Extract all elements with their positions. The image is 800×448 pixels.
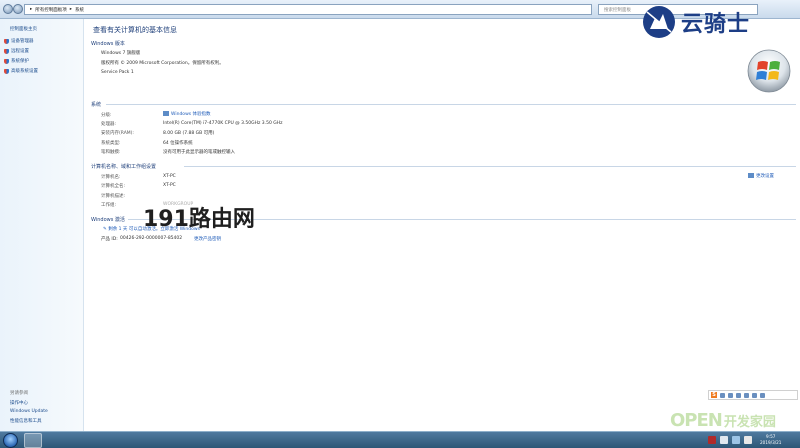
edition-heading: Windows 版本 [91, 41, 125, 47]
computer-name-label: 计算机名: [101, 175, 121, 180]
copyright-text: 版权所有 © 2009 Microsoft Corporation。保留所有权利… [101, 61, 224, 66]
sidebar-item-label: 系统保护 [11, 59, 29, 64]
punctuation-icon[interactable] [728, 392, 733, 398]
open-suffix: 开发家园 [723, 414, 776, 430]
sidebar-item-label: 远程设置 [11, 49, 29, 54]
computer-name-value: XT-PC [163, 174, 176, 179]
windows-edition: Windows 7 旗舰版 [101, 51, 141, 56]
taskbar-clock[interactable]: 9:57 2019/3/21 [760, 434, 781, 446]
shield-icon [4, 68, 9, 74]
taskbar: 9:57 2019/3/21 [0, 431, 800, 448]
open-text: OPEN [670, 409, 723, 431]
network-icon[interactable] [732, 436, 740, 444]
sidebar-item-device-manager[interactable]: 设备管理器 [4, 38, 34, 44]
experience-index-text: Windows 体验指数 [171, 112, 211, 117]
open-watermark: OPEN 开发家园 [670, 409, 798, 431]
section-divider [106, 104, 796, 105]
skin-icon[interactable] [752, 392, 757, 398]
ime-mode-icon[interactable] [720, 392, 725, 398]
forward-button[interactable] [13, 4, 23, 14]
experience-index-link[interactable]: Windows 体验指数 [163, 111, 211, 117]
brand-text: 云骑士 [681, 11, 751, 37]
performance-tools-link[interactable]: 性能信息和工具 [10, 418, 42, 424]
see-also-heading: 另请参阅 [10, 391, 28, 396]
description-label: 计算机描述: [101, 194, 126, 199]
shield-icon [4, 48, 9, 54]
workgroup-label: 工作组: [101, 203, 117, 208]
settings-icon[interactable] [760, 392, 765, 398]
computer-heading: 计算机名称、域和工作组设置 [91, 164, 157, 170]
address-bar[interactable]: ▸ 所有控制面板项 ▸ 系统 [24, 4, 592, 15]
product-id-value: 00426-292-0000007-85402 [120, 236, 183, 241]
sidebar: 控制面板主页 设备管理器 远程设置 系统保护 高级系统设置 另请参阅 操作中心 … [0, 19, 84, 431]
tray-app-icon[interactable] [708, 436, 716, 444]
section-divider [184, 166, 796, 167]
knight-logo-icon [643, 6, 675, 38]
microphone-icon[interactable] [736, 392, 741, 398]
action-center-link[interactable]: 操作中心 [10, 400, 28, 406]
sogou-ime-icon[interactable]: S [711, 392, 717, 398]
system-type-value: 64 位操作系统 [163, 141, 193, 146]
control-panel-home-link[interactable]: 控制面板主页 [10, 26, 37, 32]
processor-value: Intel(R) Core(TM) i7-4770K CPU @ 3.50GHz… [163, 121, 283, 126]
flag-icon[interactable] [720, 436, 728, 444]
ram-label: 安装内存(RAM): [101, 131, 134, 136]
ime-toolbar[interactable]: S [708, 390, 798, 400]
change-settings-link[interactable]: 更改设置 [748, 173, 774, 179]
shield-icon [4, 58, 9, 64]
windows-update-link[interactable]: Windows Update [10, 409, 48, 414]
system-heading: 系统 [91, 102, 102, 108]
pen-touch-value: 没有可用于此显示器的笔或触控输入 [163, 150, 235, 155]
change-settings-text: 更改设置 [756, 174, 774, 179]
windows-logo-icon [747, 49, 791, 93]
pen-touch-label: 笔和触摸: [101, 150, 121, 155]
back-button[interactable] [3, 4, 13, 14]
ram-value: 8.00 GB (7.88 GB 可用) [163, 131, 215, 136]
sidebar-item-label: 设备管理器 [11, 39, 34, 44]
control-panel-task-button[interactable] [24, 433, 42, 448]
keyboard-icon[interactable] [744, 392, 749, 398]
control-panel-icon: ▸ [30, 7, 33, 12]
full-name-label: 计算机全名: [101, 184, 126, 189]
shield-icon [748, 173, 754, 178]
start-button[interactable] [3, 433, 18, 448]
shield-icon [4, 38, 9, 44]
product-id-label: 产品 ID: [101, 237, 118, 242]
activation-heading: Windows 激活 [91, 217, 125, 223]
full-name-value: XT-PC [163, 183, 176, 188]
clock-date: 2019/3/21 [760, 440, 782, 445]
chevron-right-icon: ▸ [69, 7, 73, 12]
search-placeholder: 搜索控制面板 [604, 7, 631, 13]
change-product-key-link[interactable]: 更改产品密钥 [194, 236, 221, 242]
sidebar-item-label: 高级系统设置 [11, 69, 38, 74]
sidebar-item-remote-settings[interactable]: 远程设置 [4, 48, 29, 54]
sidebar-item-advanced-settings[interactable]: 高级系统设置 [4, 68, 38, 74]
rating-label: 分级: [101, 113, 112, 118]
rating-icon [163, 111, 169, 116]
site-watermark: 191路由网 [143, 207, 255, 232]
processor-label: 处理器: [101, 122, 117, 127]
breadcrumb-system[interactable]: 系统 [75, 7, 84, 13]
volume-icon[interactable] [744, 436, 752, 444]
sidebar-item-system-protection[interactable]: 系统保护 [4, 58, 29, 64]
page-title: 查看有关计算机的基本信息 [93, 26, 177, 34]
breadcrumb-all-items[interactable]: 所有控制面板项 [35, 7, 67, 13]
service-pack: Service Pack 1 [101, 70, 134, 75]
brand-logo: 云骑士 [641, 3, 791, 41]
system-type-label: 系统类型: [101, 141, 121, 146]
